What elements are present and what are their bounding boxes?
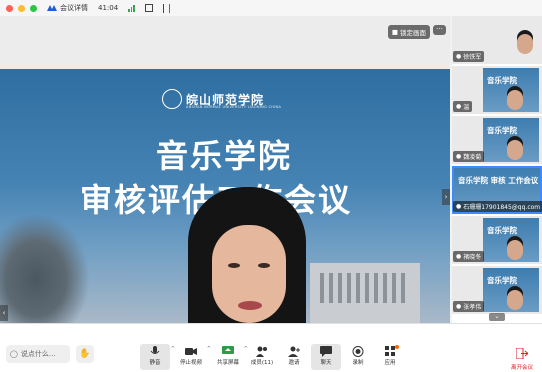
participant-slide-text: 音乐学院 [487,276,517,285]
mic-muted-icon: ● [456,53,462,60]
invite-label: 邀请 [288,360,300,366]
close-window-button[interactable] [6,4,13,12]
mic-muted-icon: ● [456,253,462,260]
pin-icon: ■ [391,28,398,36]
participant-tile[interactable]: 音乐学院 ● 温 [452,66,542,114]
participant-name: ● 褚晓冬 [453,251,485,262]
speaker-mouth [238,301,262,310]
record-label: 录制 [352,360,364,366]
participant-video: 音乐学院 [483,118,539,162]
mute-button[interactable]: 静音 ^ [140,344,175,370]
participant-name: ● 魏凌菊 [453,151,485,162]
share-screen-label: 共享屏幕 [216,360,239,366]
apps-notification-dot [395,345,399,349]
slide-title-line1: 音乐学院 [156,137,293,175]
shared-slide: 皖山师范学院 ANSHAN NORMAL UNIVERSITY LIAONING… [0,69,450,323]
participant-tile-active[interactable]: 音乐学院 审核 工作会议 ● 石珊珊17901845@qq.com [452,166,542,214]
chat-bubble-icon: ◯ [10,350,18,358]
mic-icon: ● [456,203,462,210]
meeting-logo-icon [47,5,57,11]
meeting-timer: 41:04 [98,4,119,12]
more-options-button[interactable]: ··· [433,25,446,35]
chat-button[interactable]: 聊天 [311,344,341,370]
quick-chat-input[interactable]: ◯ 说点什么... [6,345,70,363]
apps-label: 应用 [384,360,396,366]
participant-face [507,290,523,310]
main-video-area[interactable]: ■ 锁定画面 ··· 皖山师范学院 ANSHAN NORMAL UNIVERSI… [0,16,450,323]
participant-slide-text: 音乐学院 [487,126,517,135]
quick-chat-placeholder: 说点什么... [20,350,56,358]
speaker-video [178,187,328,323]
participant-slide-text: 音乐学院 [487,226,517,235]
chat-icon [320,346,332,357]
mic-muted-icon: ● [456,103,462,110]
participant-name: ● 徐铁军 [453,51,485,62]
mic-muted-icon: ● [456,303,462,310]
mute-label: 静音 [149,360,161,366]
meeting-info-label: 会议详情 [60,4,88,12]
mic-muted-icon: ● [456,153,462,160]
mute-options-chevron-icon[interactable]: ^ [171,346,175,352]
chat-label: 聊天 [320,360,332,366]
apps-button[interactable]: 应用 [375,344,405,370]
record-icon [352,346,364,357]
lock-view-button[interactable]: ■ 锁定画面 [387,25,430,39]
camera-icon [185,348,197,355]
university-seal-icon [162,89,182,109]
lock-view-label: 锁定画面 [400,29,426,37]
participant-tile[interactable]: ● 徐铁军 [452,16,542,64]
title-bar: 会议详情 41:04 [0,0,542,16]
participant-video [483,18,539,62]
share-screen-icon [222,346,234,354]
participant-sidebar: ⌃ ●徐铁军 音乐学院 ●温 音乐学院 ●魏凌菊 音乐学院 审核 工作会议 [452,16,542,323]
participant-video: 音乐学院 [483,268,539,312]
university-english-name: ANSHAN NORMAL UNIVERSITY LIAONING CHINA [186,105,282,109]
leave-meeting-button[interactable]: 离开会议 [504,344,540,371]
invite-button[interactable]: 邀请 [279,344,309,370]
invite-icon [288,346,300,357]
collapse-sidebar-arrow-icon[interactable]: › [442,189,450,205]
share-screen-button[interactable]: 共享屏幕 ^ [213,344,248,370]
participant-face [517,34,533,54]
prev-page-arrow-icon[interactable]: ‹ [0,305,8,321]
stop-video-label: 停止视频 [179,360,202,366]
participant-slide-text: 音乐学院 [487,76,517,85]
bottom-toolbar: ◯ 说点什么... ✋ 静音 ^ 停止视频 ^ 共享屏幕 ^ 成员(11) 邀请 [0,323,542,372]
speaker-face [212,225,286,323]
members-button[interactable]: 成员(11) [247,344,277,370]
participant-video: 音乐学院 [483,218,539,262]
scroll-down-arrow-icon[interactable]: ⌄ [489,313,505,321]
signal-icon[interactable] [128,4,135,12]
stop-video-button[interactable]: 停止视频 ^ [176,344,211,370]
hand-icon: ✋ [79,349,91,359]
raise-hand-button[interactable]: ✋ [76,345,94,363]
whiteboard-icon[interactable] [162,3,170,13]
participant-tile[interactable]: 音乐学院 ● 张孝伟 [452,266,542,314]
participant-video: 音乐学院 [483,68,539,112]
participant-name: ● 温 [453,101,473,112]
participant-tile[interactable]: 音乐学院 ● 褚晓冬 [452,216,542,264]
participant-face [507,90,523,110]
members-icon [256,346,267,357]
minimize-window-button[interactable] [18,4,25,12]
record-button[interactable]: 录制 [343,344,373,370]
participant-name: ● 石珊珊17901845@qq.com [453,201,542,212]
speaker-eye-right [258,263,270,268]
slide-tree-image [0,213,90,323]
speaker-eye-left [228,263,240,268]
participant-face [507,240,523,260]
zoom-window-button[interactable] [30,4,37,12]
mic-icon [150,346,160,354]
participant-face [507,140,523,160]
video-options-chevron-icon[interactable]: ^ [207,346,211,352]
popout-icon[interactable] [144,4,153,12]
participant-tile[interactable]: 音乐学院 ● 魏凌菊 [452,116,542,164]
exit-icon [515,347,529,360]
leave-meeting-label: 离开会议 [510,365,533,371]
participant-name: ● 张孝伟 [453,301,485,312]
participant-slide-text: 音乐学院 审核 工作会议 [458,176,539,185]
members-label: 成员(11) [250,360,274,366]
meeting-info[interactable]: 会议详情 [47,3,88,13]
meeting-window: 会议详情 41:04 ■ 锁定画面 ··· 皖山师范学院 ANSHAN NORM… [0,0,542,372]
